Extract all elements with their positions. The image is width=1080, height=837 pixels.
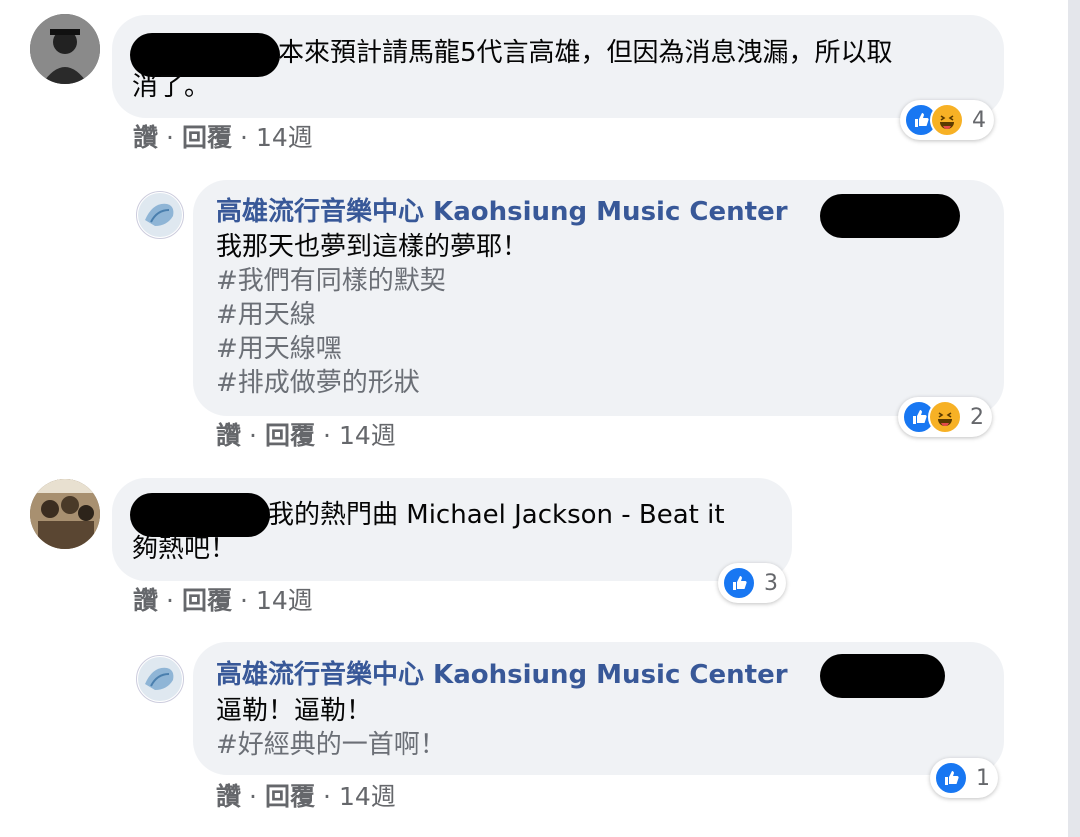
comment-actions: 讚 · 回覆 · 14週 [133, 586, 313, 616]
page-avatar[interactable] [136, 655, 184, 703]
separator: · [322, 421, 331, 450]
timestamp[interactable]: 14週 [339, 421, 396, 451]
like-link[interactable]: 讚 [133, 123, 158, 153]
reply-author[interactable]: 高雄流行音樂中心 Kaohsiung Music Center [216, 195, 788, 229]
music-center-logo-icon [138, 657, 182, 701]
reaction-summary[interactable]: 4 [900, 100, 994, 140]
reaction-count: 3 [764, 570, 778, 596]
reply-text: 我那天也夢到這樣的夢耶！ [216, 232, 529, 262]
hashtag-link[interactable]: #用天線 [216, 298, 316, 332]
laughing-face-icon [930, 103, 964, 137]
timestamp[interactable]: 14週 [256, 123, 313, 153]
reply-text: 逼勒！逼勒！ [216, 696, 373, 726]
group-photo-icon [30, 479, 100, 549]
comment-text: 夠熱吧！ [132, 534, 237, 564]
comment-text: 本來預計請馬龍5代言高雄，但因為消息洩漏，所以取 [278, 38, 893, 68]
like-link[interactable]: 讚 [216, 421, 241, 451]
reaction-summary[interactable]: 3 [718, 563, 786, 603]
page-scroll-edge [1068, 0, 1080, 837]
page-avatar[interactable] [136, 191, 184, 239]
comment-text: 消了。 [132, 72, 211, 102]
separator: · [239, 586, 248, 615]
reply-actions: 讚 · 回覆 · 14週 [216, 421, 396, 451]
commenter-avatar[interactable] [30, 479, 100, 549]
reaction-count: 2 [970, 404, 984, 430]
timestamp[interactable]: 14週 [256, 586, 313, 616]
redacted-name [130, 493, 270, 537]
commenter-avatar[interactable] [30, 14, 100, 84]
hashtag-link[interactable]: #排成做夢的形狀 [216, 366, 420, 400]
reply-link[interactable]: 回覆 [182, 586, 232, 616]
reply-link[interactable]: 回覆 [265, 421, 315, 451]
music-center-logo-icon [138, 193, 182, 237]
like-link[interactable]: 讚 [216, 782, 241, 812]
reply-author[interactable]: 高雄流行音樂中心 Kaohsiung Music Center [216, 658, 788, 692]
reaction-summary[interactable]: 1 [930, 758, 998, 798]
reaction-count: 4 [972, 107, 986, 133]
separator: · [249, 421, 257, 450]
hashtag-link[interactable]: #我們有同樣的默契 [216, 264, 446, 298]
hashtag-link[interactable]: #好經典的一首啊！ [216, 728, 446, 762]
comment-actions: 讚 · 回覆 · 14週 [133, 123, 313, 153]
timestamp[interactable]: 14週 [339, 782, 396, 812]
reply-link[interactable]: 回覆 [265, 782, 315, 812]
reply-actions: 讚 · 回覆 · 14週 [216, 782, 396, 812]
like-link[interactable]: 讚 [133, 586, 158, 616]
separator: · [166, 123, 174, 152]
redacted-mention [820, 194, 960, 238]
separator: · [322, 782, 331, 811]
separator: · [166, 586, 174, 615]
thumbs-up-icon [722, 566, 756, 600]
thumbs-up-icon [934, 761, 968, 795]
separator: · [249, 782, 257, 811]
laughing-face-icon [928, 400, 962, 434]
reaction-count: 1 [976, 765, 990, 791]
comment-text: 我的熱門曲 Michael Jackson - Beat it [268, 500, 725, 530]
reaction-summary[interactable]: 2 [898, 397, 992, 437]
redacted-mention [820, 654, 945, 698]
separator: · [239, 123, 248, 152]
reply-link[interactable]: 回覆 [182, 123, 232, 153]
person-photo-icon [30, 14, 100, 84]
hashtag-link[interactable]: #用天線嘿 [216, 332, 342, 366]
